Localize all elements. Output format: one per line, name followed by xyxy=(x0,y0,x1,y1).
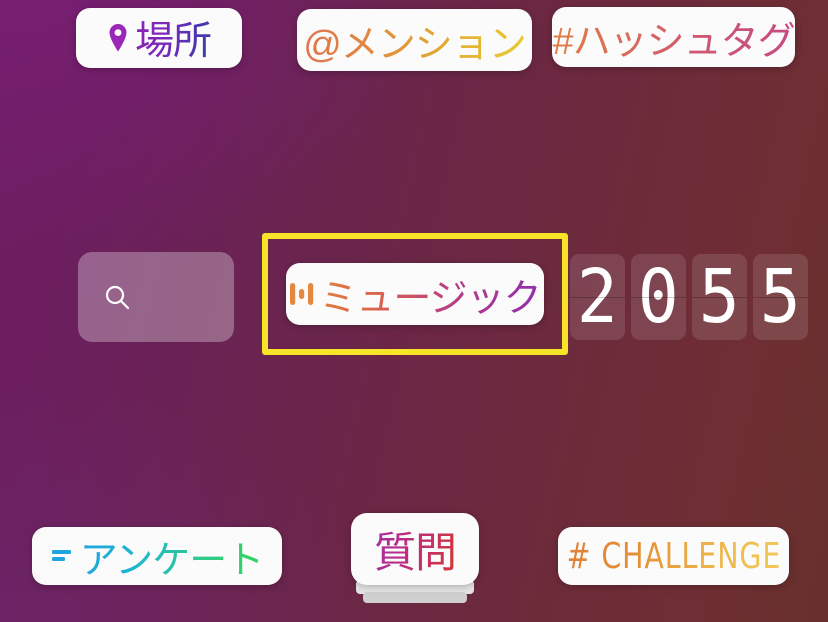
music-equalizer-icon xyxy=(290,283,314,305)
flip-clock[interactable]: 2 0 5 5 xyxy=(570,254,808,340)
search-input[interactable] xyxy=(78,252,234,342)
flip-clock-digit: 0 xyxy=(631,254,686,340)
search-icon xyxy=(105,285,130,309)
sticker-music[interactable]: ミュージック xyxy=(286,263,544,325)
poll-bars-icon xyxy=(51,550,71,561)
flip-clock-digit-value: 0 xyxy=(638,254,679,340)
sticker-hashtag-label: #ハッシュタグ xyxy=(552,10,795,65)
sticker-poll-label: アンケート xyxy=(80,529,264,584)
story-sticker-tray: 場所 @メンション #ハッシュタグ ミュージック 2 0 5 5 アンケート 質… xyxy=(0,0,828,622)
question-stack-layer-2 xyxy=(363,592,467,603)
flip-clock-digit: 5 xyxy=(692,254,747,340)
flip-clock-digit: 2 xyxy=(570,254,625,340)
sticker-challenge[interactable]: # CHALLENGE xyxy=(558,527,789,585)
sticker-hashtag[interactable]: #ハッシュタグ xyxy=(552,7,796,67)
flip-clock-digit-value: 2 xyxy=(577,254,618,340)
sticker-music-label: ミュージック xyxy=(319,267,541,322)
sticker-poll[interactable]: アンケート xyxy=(32,527,282,585)
flip-clock-digit: 5 xyxy=(753,254,808,340)
sticker-question-label: 質問 xyxy=(374,519,457,580)
sticker-location-label: 場所 xyxy=(135,10,212,66)
sticker-challenge-label: # CHALLENGE xyxy=(566,535,781,577)
flip-clock-digit-value: 5 xyxy=(699,254,740,340)
flip-clock-digit-value: 5 xyxy=(760,254,801,340)
sticker-mention-label: @メンション xyxy=(303,13,527,68)
sticker-question[interactable]: 質問 xyxy=(351,513,479,585)
location-pin-icon xyxy=(109,24,127,52)
sticker-location[interactable]: 場所 xyxy=(76,8,242,68)
sticker-mention[interactable]: @メンション xyxy=(297,9,532,71)
